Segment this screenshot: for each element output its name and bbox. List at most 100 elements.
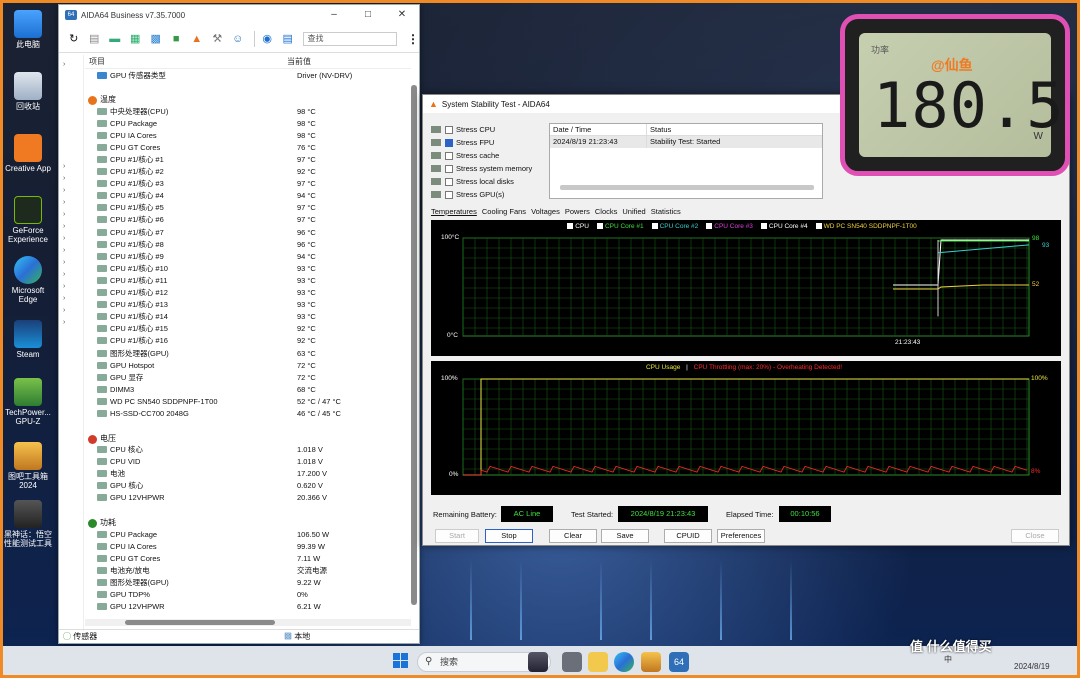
tray-date[interactable]: 2024/8/19 <box>1014 662 1050 671</box>
table-row[interactable]: 电池充/放电 交流电源 <box>85 564 411 576</box>
table-row[interactable]: CPU #1/核心 #3 97 °C <box>85 178 411 190</box>
more-menu-icon[interactable]: ⋮ <box>407 32 419 46</box>
legend-item[interactable]: CPU Core #2 <box>651 223 703 230</box>
table-row[interactable]: GPU Hotspot 72 °C <box>85 359 411 371</box>
table-row[interactable]: CPU IA Cores 99.39 W <box>85 540 411 552</box>
stress-option[interactable]: Stress CPU <box>431 123 541 136</box>
table-row[interactable]: CPU #1/核心 #8 96 °C <box>85 238 411 250</box>
table-row[interactable]: CPU #1/核心 #2 92 °C <box>85 166 411 178</box>
legend-checkbox[interactable] <box>651 223 658 230</box>
table-row[interactable]: CPU Package 98 °C <box>85 117 411 129</box>
input-language[interactable]: 中 <box>944 654 952 665</box>
taskbar-edge-icon[interactable] <box>614 652 634 672</box>
table-row[interactable]: CPU #1/核心 #9 94 °C <box>85 250 411 262</box>
taskbar-toolbox-icon[interactable] <box>641 652 661 672</box>
legend-checkbox[interactable] <box>596 223 603 230</box>
table-row[interactable]: CPU #1/核心 #15 92 °C <box>85 323 411 335</box>
tree-node-icon[interactable]: › <box>63 307 79 316</box>
tree-node-icon[interactable]: › <box>63 163 79 172</box>
stress-checkbox[interactable] <box>445 164 453 173</box>
tree-node-icon[interactable]: › <box>63 61 79 70</box>
column-item-header[interactable]: 项目 <box>85 55 286 68</box>
stress-option[interactable]: Stress FPU <box>431 136 541 149</box>
close-button[interactable]: ✕ <box>385 5 419 25</box>
log-scrollbar[interactable] <box>560 185 814 190</box>
table-row[interactable]: CPU #1/核心 #5 97 °C <box>85 202 411 214</box>
table-row[interactable]: DIMM3 68 °C <box>85 383 411 395</box>
table-row[interactable]: HS-SSD-CC700 2048G 46 °C / 45 °C <box>85 407 411 419</box>
network-icon[interactable]: ▩ <box>147 30 165 48</box>
stop-button[interactable]: Stop <box>485 529 533 543</box>
table-row[interactable]: CPU #1/核心 #10 93 °C <box>85 262 411 274</box>
horizontal-scrollbar[interactable] <box>85 619 411 626</box>
tree-node-icon[interactable]: › <box>63 319 79 328</box>
table-row[interactable]: CPU #1/核心 #7 96 °C <box>85 226 411 238</box>
desktop-icon-geforce[interactable]: GeForce Experience <box>4 196 52 244</box>
legend-item[interactable]: WD PC SN540 SDDPNPF-1T00 <box>815 223 921 230</box>
log-row[interactable]: 2024/8/19 21:23:43 Stability Test: Start… <box>550 136 822 148</box>
search-input[interactable]: 查找 <box>303 31 397 46</box>
desktop-icon-this-pc[interactable]: 此电脑 <box>4 10 52 49</box>
table-row[interactable]: 图形处理器(GPU) 63 °C <box>85 347 411 359</box>
motherboard-icon[interactable]: ▦ <box>127 30 145 48</box>
tab-unified[interactable]: Unified <box>622 207 645 216</box>
table-row[interactable]: CPU 核心 1.018 V <box>85 444 411 456</box>
cpuid-button[interactable]: CPUID <box>664 529 712 543</box>
table-row[interactable]: CPU #1/核心 #16 92 °C <box>85 335 411 347</box>
save-button[interactable]: Save <box>601 529 649 543</box>
table-row[interactable]: GPU 核心 0.620 V <box>85 480 411 492</box>
table-row[interactable]: CPU #1/核心 #6 97 °C <box>85 214 411 226</box>
tree-node-icon[interactable]: › <box>63 283 79 292</box>
user-icon[interactable]: ☺ <box>229 30 247 48</box>
stress-option[interactable]: Stress GPU(s) <box>431 188 541 201</box>
globe-icon[interactable]: ◉ <box>258 30 276 48</box>
refresh-icon[interactable]: ↻ <box>65 30 83 48</box>
device-tree[interactable]: › › › › › › › › › › › › › › › <box>59 55 84 631</box>
table-row[interactable]: CPU #1/核心 #13 93 °C <box>85 299 411 311</box>
taskbar-camera-icon[interactable] <box>528 652 548 672</box>
taskbar-taskview-icon[interactable] <box>562 652 582 672</box>
stress-checkbox[interactable] <box>445 125 453 134</box>
legend-item[interactable]: CPU Core #1 <box>596 223 648 230</box>
flame-icon[interactable]: ▲ <box>188 30 206 48</box>
legend-item[interactable]: CPU <box>567 223 593 230</box>
memory-icon[interactable]: ▬ <box>106 30 124 48</box>
table-row[interactable]: CPU #1/核心 #14 93 °C <box>85 311 411 323</box>
scrollbar-thumb[interactable] <box>125 620 275 625</box>
table-row[interactable]: GPU 12VHPWR 20.366 V <box>85 492 411 504</box>
tree-node-icon[interactable]: › <box>63 187 79 196</box>
preferences-button[interactable]: Preferences <box>717 529 765 543</box>
desktop-icon-recycle-bin[interactable]: 回收站 <box>4 72 52 111</box>
tree-node-icon[interactable]: › <box>63 259 79 268</box>
sensor-icon[interactable]: ■ <box>168 30 186 48</box>
stress-option[interactable]: Stress cache <box>431 149 541 162</box>
stress-checkbox[interactable] <box>445 138 453 147</box>
log-date-header[interactable]: Date / Time <box>550 124 647 135</box>
section-header[interactable]: 电压 <box>85 430 411 444</box>
table-row[interactable]: 中央处理器(CPU) 98 °C <box>85 105 411 117</box>
stress-option[interactable]: Stress system memory <box>431 162 541 175</box>
table-row[interactable]: GPU 12VHPWR 6.21 W <box>85 601 411 613</box>
close-button[interactable]: Close <box>1011 529 1059 543</box>
desktop-icon-creative-app[interactable]: Creative App <box>4 134 52 173</box>
legend-checkbox[interactable] <box>815 223 822 230</box>
start-button[interactable]: Start <box>435 529 479 543</box>
taskbar-file-explorer-icon[interactable] <box>588 652 608 672</box>
tree-node-icon[interactable]: › <box>63 235 79 244</box>
desktop-icon-toolbox[interactable]: 图吧工具箱 2024 <box>4 442 52 490</box>
legend-checkbox[interactable] <box>760 223 767 230</box>
taskbar-aida64-icon[interactable]: 64 <box>669 652 689 672</box>
vertical-scrollbar[interactable] <box>411 85 417 605</box>
desktop-icon-gpuz[interactable]: TechPower... GPU-Z <box>4 378 52 426</box>
desktop-icon-wukong-benchmark[interactable]: 黑神话：悟空 性能测试工具 <box>4 500 52 548</box>
stress-checkbox[interactable] <box>445 190 453 199</box>
table-row[interactable]: GPU 传感器类型 Driver (NV-DRV) <box>85 69 411 81</box>
section-header[interactable]: 功耗 <box>85 514 411 528</box>
tab-cooling-fans[interactable]: Cooling Fans <box>482 207 526 216</box>
maximize-button[interactable]: □ <box>351 5 385 25</box>
tree-node-icon[interactable]: › <box>63 211 79 220</box>
tab-voltages[interactable]: Voltages <box>531 207 560 216</box>
column-value-header[interactable]: 当前值 <box>286 55 311 68</box>
tree-node-icon[interactable]: › <box>63 271 79 280</box>
tree-node-icon[interactable]: › <box>63 199 79 208</box>
